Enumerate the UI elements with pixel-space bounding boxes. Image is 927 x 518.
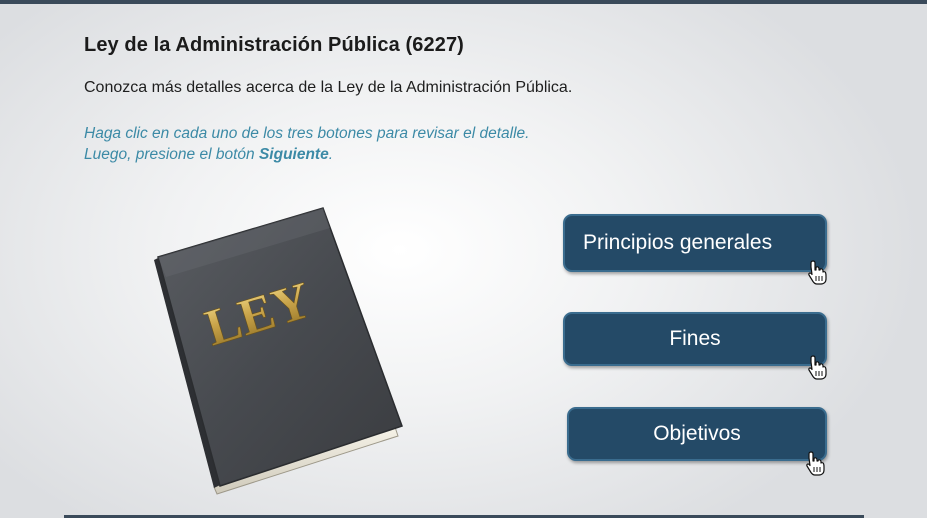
objetivos-label: Objetivos (653, 422, 741, 445)
instructions-line-2-prefix: Luego, presione el botón (84, 146, 259, 163)
top-border (0, 0, 927, 4)
instructions-text: Haga clic en cada uno de los tres botone… (84, 123, 529, 165)
intro-text: Conozca más detalles acerca de la Ley de… (84, 79, 573, 96)
law-book-illustration: LEY (154, 207, 403, 495)
principios-generales-button[interactable]: Principios generales (563, 214, 827, 272)
fines-label: Fines (669, 327, 721, 350)
instructions-line-2-suffix: . (328, 146, 334, 163)
hand-pointer-icon (806, 451, 825, 476)
fines-button[interactable]: Fines (563, 312, 827, 366)
hand-pointer-icon (808, 355, 827, 380)
instructions-line-2: Luego, presione el botón Siguiente. (84, 144, 529, 165)
siguiente-emphasis: Siguiente (258, 146, 329, 163)
instructions-line-1: Haga clic en cada uno de los tres botone… (84, 125, 530, 142)
principios-generales-label: Principios generales (583, 231, 773, 254)
hand-pointer-icon (808, 260, 827, 285)
page-title: Ley de la Administración Pública (6227) (84, 34, 464, 56)
objetivos-button[interactable]: Objetivos (567, 407, 827, 461)
